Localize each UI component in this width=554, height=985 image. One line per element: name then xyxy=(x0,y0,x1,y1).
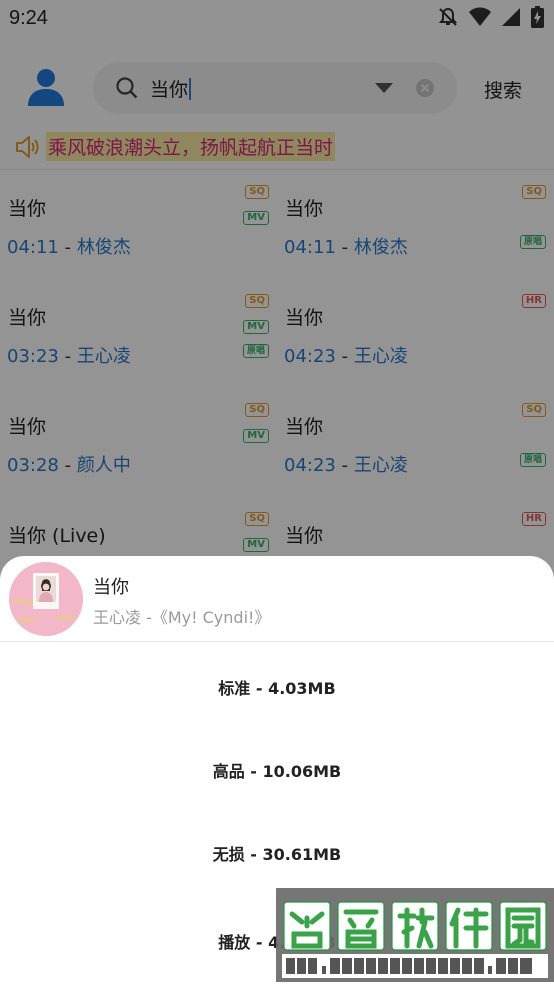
quality-option-high[interactable]: 高品 - 10.06MB xyxy=(0,758,554,782)
quality-option-lossless[interactable]: 无损 - 30.61MB xyxy=(0,841,554,865)
sheet-song-title: 当你 xyxy=(93,577,129,598)
quality-option-standard[interactable]: 标准 - 4.03MB xyxy=(0,675,554,699)
sheet-header: 当你 王心凌 -《My! Cyndi!》 xyxy=(0,556,554,642)
sheet-song-info: 王心凌 -《My! Cyndi!》 xyxy=(93,608,271,627)
site-watermark xyxy=(276,888,554,982)
album-cover xyxy=(9,562,83,636)
